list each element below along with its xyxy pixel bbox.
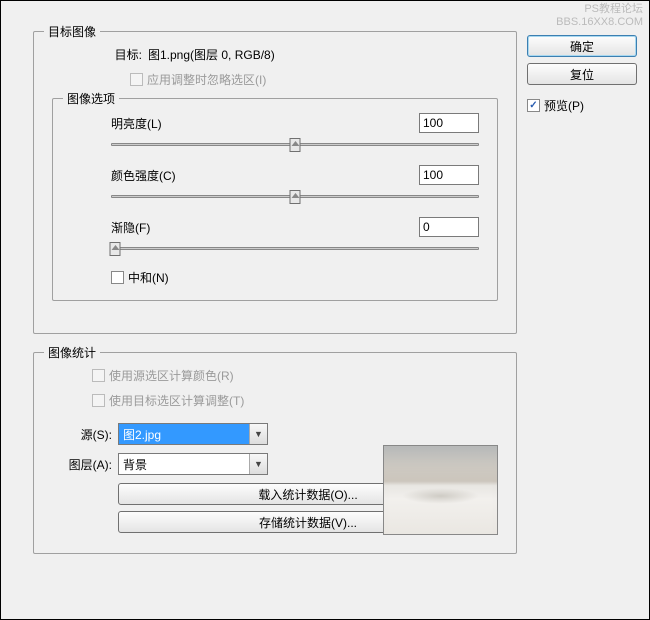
image-stats-fieldset: 图像统计 使用源选区计算颜色(R) 使用目标选区计算调整(T) 源(S): 图2… <box>33 352 517 554</box>
neutralize-label: 中和(N) <box>128 269 169 286</box>
preview-label: 预览(P) <box>544 97 584 114</box>
source-label: 源(S): <box>52 426 112 443</box>
match-color-dialog: PS教程论坛 BBS.16XX8.COM 目标图像 目标: 图1.png(图层 … <box>0 0 650 620</box>
ignore-selection-label: 应用调整时忽略选区(I) <box>147 71 266 88</box>
source-thumbnail <box>383 445 498 535</box>
ok-button[interactable]: 确定 <box>527 35 637 57</box>
luminance-label: 明亮度(L) <box>111 115 162 132</box>
use-target-selection-checkbox <box>92 394 105 407</box>
use-source-selection-checkbox <box>92 369 105 382</box>
ignore-selection-checkbox <box>130 73 143 86</box>
luminance-input[interactable] <box>419 113 479 133</box>
reset-button[interactable]: 复位 <box>527 63 637 85</box>
preview-checkbox[interactable] <box>527 99 540 112</box>
watermark-line2: BBS.16XX8.COM <box>556 16 643 29</box>
use-target-selection-label: 使用目标选区计算调整(T) <box>109 392 244 409</box>
fade-label: 渐隐(F) <box>111 219 150 236</box>
luminance-slider[interactable] <box>111 137 479 153</box>
chevron-down-icon: ▼ <box>249 424 267 444</box>
target-image-legend: 目标图像 <box>44 23 100 40</box>
source-select[interactable]: 图2.jpg ▼ <box>118 423 268 445</box>
layer-select[interactable]: 背景 ▼ <box>118 453 268 475</box>
target-label: 目标: <box>82 46 142 63</box>
color-intensity-input[interactable] <box>419 165 479 185</box>
image-options-legend: 图像选项 <box>63 90 119 107</box>
image-options-fieldset: 图像选项 明亮度(L) 颜色强度(C) <box>52 98 498 301</box>
fade-input[interactable] <box>419 217 479 237</box>
color-intensity-label: 颜色强度(C) <box>111 167 176 184</box>
target-image-fieldset: 目标图像 目标: 图1.png(图层 0, RGB/8) 应用调整时忽略选区(I… <box>33 31 517 334</box>
image-stats-legend: 图像统计 <box>44 344 100 361</box>
watermark: PS教程论坛 BBS.16XX8.COM <box>556 3 643 29</box>
watermark-line1: PS教程论坛 <box>556 3 643 16</box>
use-source-selection-label: 使用源选区计算颜色(R) <box>109 367 234 384</box>
color-intensity-slider[interactable] <box>111 189 479 205</box>
source-select-value: 图2.jpg <box>119 424 249 444</box>
chevron-down-icon: ▼ <box>249 454 267 474</box>
layer-select-value: 背景 <box>119 454 249 474</box>
neutralize-checkbox[interactable] <box>111 271 124 284</box>
target-value: 图1.png(图层 0, RGB/8) <box>148 46 275 63</box>
layer-label: 图层(A): <box>52 456 112 473</box>
fade-slider[interactable] <box>111 241 479 257</box>
